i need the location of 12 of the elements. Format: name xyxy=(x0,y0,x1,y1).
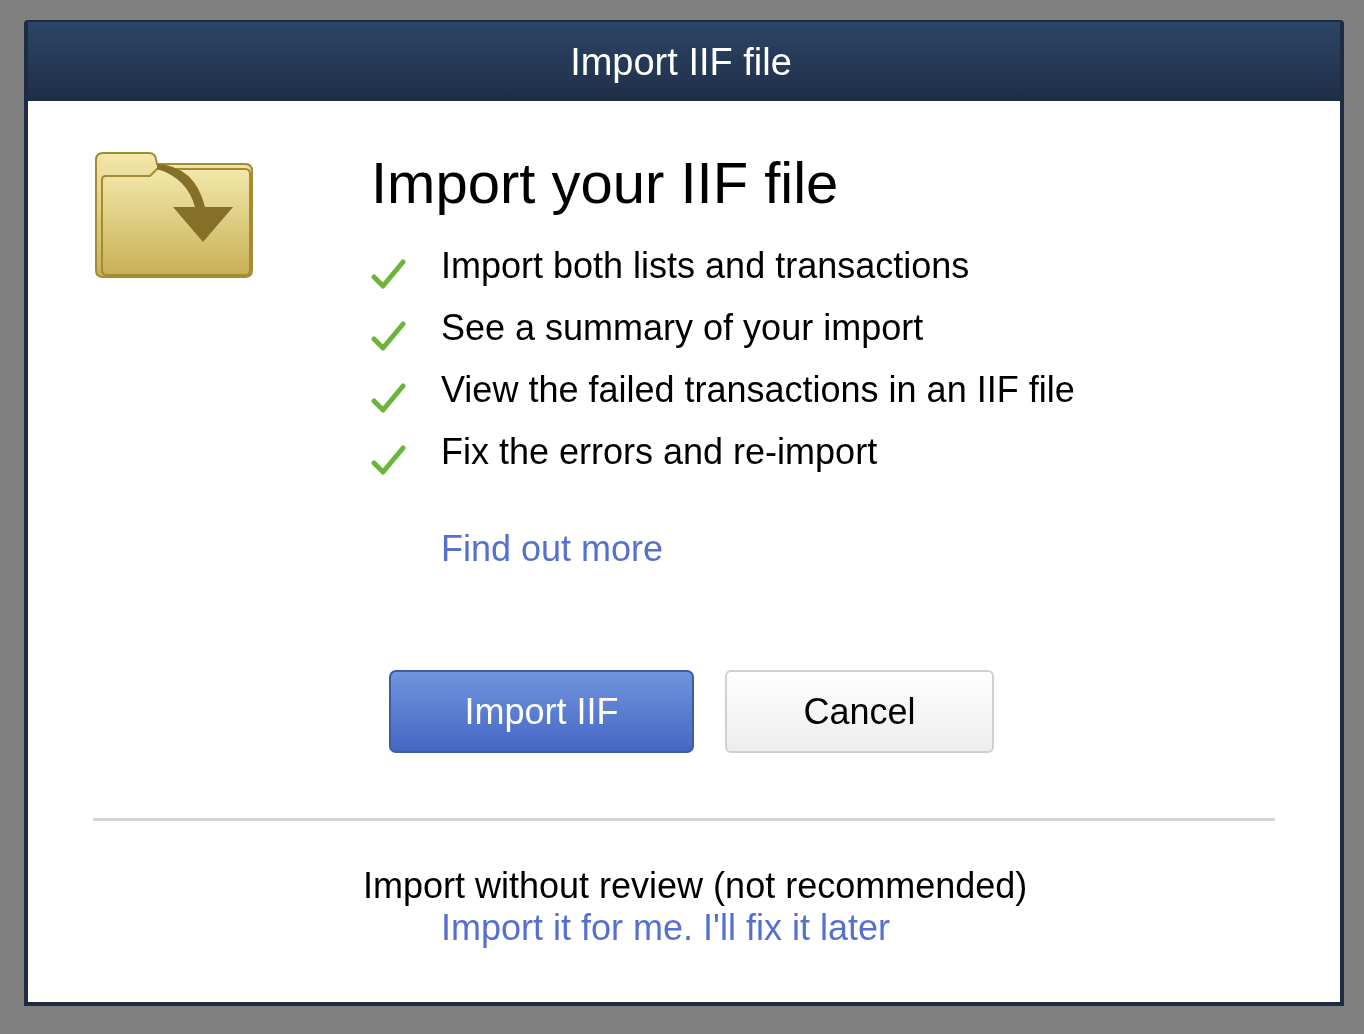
feature-text: Import both lists and transactions xyxy=(441,245,970,287)
feature-text: View the failed transactions in an IIF file xyxy=(441,369,1075,411)
import-without-review-link[interactable]: Import it for me. I'll fix it later xyxy=(441,907,890,949)
feature-text: Fix the errors and re-import xyxy=(441,431,878,473)
dialog-heading: Import your IIF file xyxy=(371,150,840,216)
find-out-more-link[interactable]: Find out more xyxy=(441,528,664,570)
window-title: Import IIF file xyxy=(570,39,793,85)
feature-text: See a summary of your import xyxy=(441,307,924,349)
footer-note: Import without review (not recommended) xyxy=(363,865,1028,907)
import-button[interactable]: Import IIF xyxy=(389,670,694,753)
cancel-button[interactable]: Cancel xyxy=(725,670,994,753)
folder-arrow-icon xyxy=(95,152,253,278)
